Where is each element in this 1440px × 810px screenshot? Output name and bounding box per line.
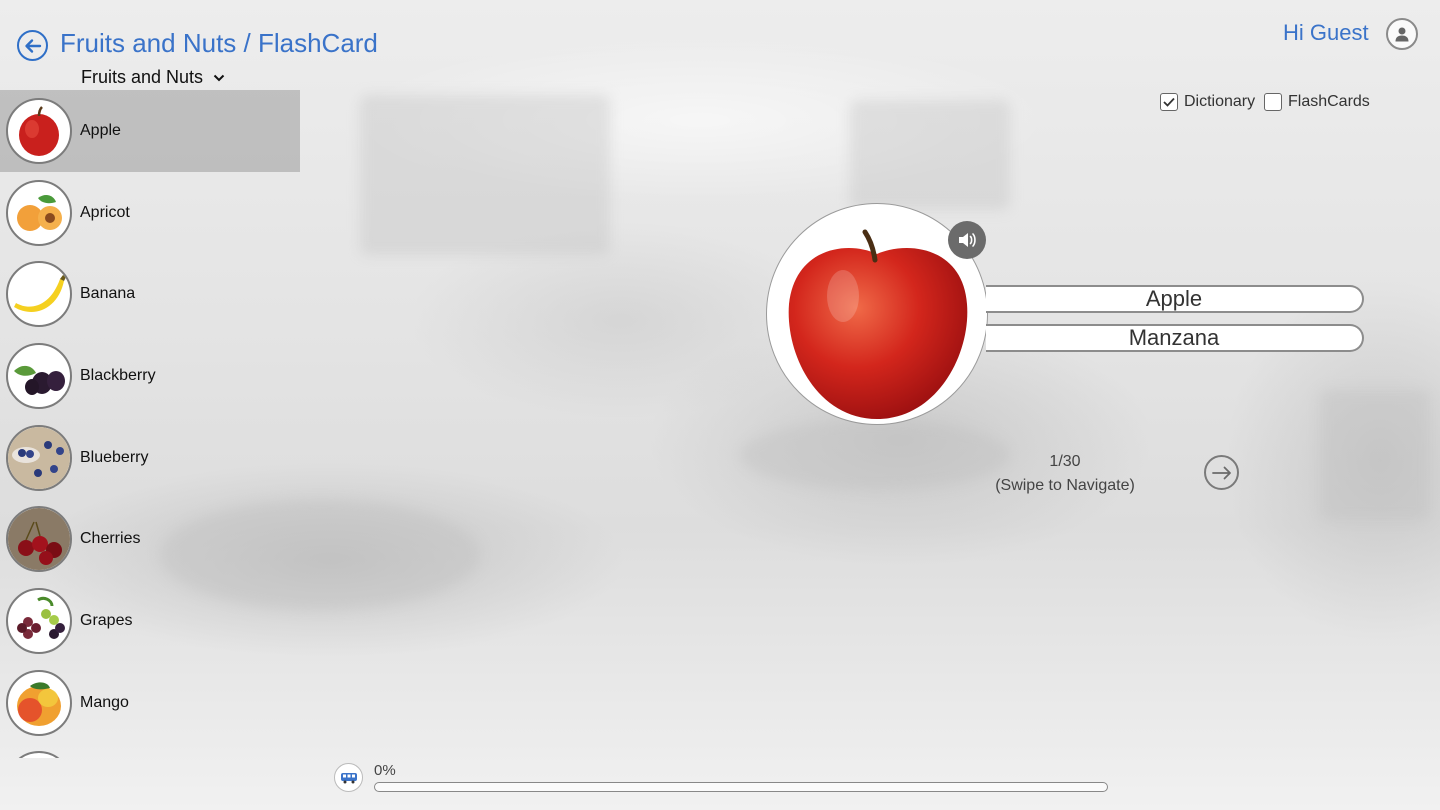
- progress-bar: [374, 782, 1108, 792]
- background-shape: [850, 100, 1010, 210]
- flashcards-label: FlashCards: [1288, 93, 1370, 110]
- card-position: 1/30: [1049, 453, 1081, 470]
- list-item-label: Blueberry: [80, 448, 149, 466]
- list-item-banana[interactable]: Banana: [0, 253, 300, 335]
- pronounce-button[interactable]: [948, 221, 986, 259]
- back-button[interactable]: [17, 30, 48, 61]
- grapes-thumbnail: [6, 587, 72, 654]
- progress-icon: [334, 763, 363, 792]
- list-item-label: Apricot: [80, 203, 130, 221]
- speaker-icon: [959, 233, 976, 247]
- category-dropdown-label: Fruits and Nuts: [81, 67, 204, 87]
- flashcards-checkbox[interactable]: [1264, 93, 1282, 111]
- background-shape: [1320, 390, 1430, 520]
- bus-icon: [340, 772, 357, 783]
- checkmark-icon: [1163, 97, 1175, 107]
- list-item-label: Mango: [80, 693, 129, 711]
- arrow-right-icon: [1211, 466, 1231, 479]
- word-field: Apple: [986, 285, 1364, 313]
- category-dropdown[interactable]: Fruits and Nuts: [81, 67, 225, 88]
- user-icon: [1395, 27, 1409, 42]
- navigation-hint: (Swipe to Navigate): [995, 477, 1135, 494]
- list-item-mango[interactable]: Mango: [0, 662, 300, 744]
- list-item-next[interactable]: [0, 744, 300, 758]
- list-item-cherries[interactable]: Cherries: [0, 498, 300, 580]
- apple-thumbnail: [6, 97, 72, 164]
- user-greeting[interactable]: Hi Guest: [1283, 20, 1369, 46]
- apricot-thumbnail: [6, 179, 72, 246]
- list-item-apricot[interactable]: Apricot: [0, 172, 300, 254]
- list-item-label: Grapes: [80, 611, 133, 629]
- list-item-label: Banana: [80, 285, 136, 303]
- next-item-thumbnail: [6, 751, 72, 758]
- blackberry-thumbnail: [6, 342, 72, 409]
- next-card-button[interactable]: [1204, 455, 1239, 490]
- page-title: Fruits and Nuts / FlashCard: [60, 28, 378, 58]
- cherries-thumbnail: [6, 506, 72, 573]
- background-shape: [740, 420, 1010, 490]
- mango-thumbnail: [6, 669, 72, 736]
- blueberry-thumbnail: [6, 424, 72, 491]
- flashcards-toggle[interactable]: FlashCards: [1264, 93, 1370, 111]
- list-item-apple[interactable]: Apple: [0, 90, 300, 172]
- fruit-list[interactable]: Apple Apricot Banana Blackberry Blueberr…: [0, 90, 300, 758]
- list-item-label: Cherries: [80, 530, 141, 548]
- arrow-left-icon: [24, 38, 41, 53]
- list-item-blackberry[interactable]: Blackberry: [0, 335, 300, 417]
- progress-label: 0%: [374, 762, 396, 779]
- banana-thumbnail: [6, 261, 72, 328]
- card-counter: 1/30 (Swipe to Navigate): [995, 450, 1135, 498]
- translation-field: Manzana: [986, 324, 1364, 352]
- background-shape: [360, 95, 610, 255]
- list-item-grapes[interactable]: Grapes: [0, 580, 300, 662]
- list-item-blueberry[interactable]: Blueberry: [0, 417, 300, 499]
- list-item-label: Blackberry: [80, 366, 156, 384]
- chevron-down-icon: [213, 74, 225, 81]
- dictionary-toggle[interactable]: Dictionary: [1160, 93, 1255, 111]
- dictionary-checkbox[interactable]: [1160, 93, 1178, 111]
- dictionary-label: Dictionary: [1184, 93, 1256, 110]
- user-avatar-button[interactable]: [1386, 18, 1418, 50]
- list-item-label: Apple: [80, 121, 121, 139]
